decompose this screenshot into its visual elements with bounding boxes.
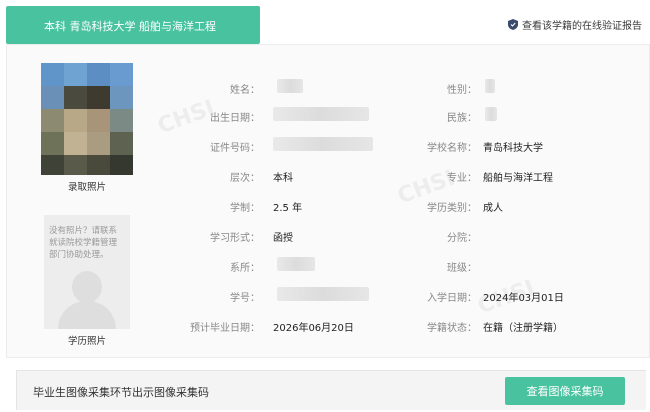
degree-photo-placeholder: 没有照片？请联系就读院校学籍管理部门协助处理。 [44, 215, 130, 329]
avatar-placeholder-body [58, 301, 116, 329]
study-form-label: 学习形式： [210, 233, 260, 244]
level-label: 层次： [230, 173, 260, 184]
degree-photo-notice: 没有照片？请联系就读院校学籍管理部门协助处理。 [49, 226, 118, 260]
image-code-footer: 毕业生图像采集环节出示图像采集码 查看图像采集码 [16, 370, 646, 410]
major-label: 专业： [447, 173, 477, 184]
id-number-value-redacted [273, 137, 373, 151]
birth-date-label: 出生日期： [210, 113, 260, 124]
birth-date-value-redacted [273, 107, 369, 121]
grad-date-label: 预计毕业日期： [190, 323, 260, 334]
name-label: 姓名： [230, 85, 260, 96]
name-value-redacted [277, 79, 303, 93]
id-number-label: 证件号码： [210, 143, 260, 154]
verify-link-text: 查看该学籍的在线验证报告 [522, 21, 642, 32]
admission-photo-caption: 录取照片 [67, 182, 106, 193]
header-tab-title: 本科 青岛科技大学 船舶与海洋工程 [44, 20, 216, 33]
ethnicity-label: 民族： [447, 113, 477, 124]
degree-photo-caption: 学历照片 [67, 336, 106, 347]
student-id-label: 学号： [230, 293, 260, 304]
class-label: 班级： [447, 263, 477, 274]
ethnicity-value-redacted [485, 107, 497, 121]
major-value: 船舶与海洋工程 [483, 173, 553, 184]
duration-value: 2.5 年 [273, 203, 303, 214]
school-label: 学校名称： [427, 143, 477, 154]
status-label: 学籍状态： [427, 323, 477, 334]
category-value: 成人 [483, 203, 503, 214]
grad-date-value: 2026年06月20日 [273, 323, 354, 334]
branch-label: 分院： [447, 233, 477, 244]
shield-icon [508, 19, 518, 30]
header-tab[interactable]: 本科 青岛科技大学 船舶与海洋工程 [6, 6, 260, 44]
footer-text: 毕业生图像采集环节出示图像采集码 [33, 386, 209, 399]
view-image-code-button[interactable]: 查看图像采集码 [505, 377, 625, 405]
student-info-card: CHSI CHSI CHSI 录取照片 没有照片？请联系就读院校学籍管理部门协助… [6, 44, 650, 358]
department-label: 系所： [230, 263, 260, 274]
level-value: 本科 [273, 173, 293, 184]
photo-column: 录取照片 没有照片？请联系就读院校学籍管理部门协助处理。 学历照片 [41, 63, 133, 347]
avatar-placeholder-head [72, 271, 102, 303]
study-form-value: 函授 [273, 233, 293, 244]
enroll-date-value: 2024年03月01日 [483, 293, 564, 304]
school-value: 青岛科技大学 [483, 143, 543, 154]
duration-label: 学制： [230, 203, 260, 214]
gender-label: 性别： [447, 85, 477, 96]
gender-value-redacted [485, 79, 495, 93]
student-id-value-redacted [277, 287, 369, 301]
verify-report-link[interactable]: 查看该学籍的在线验证报告 [508, 17, 642, 32]
enroll-date-label: 入学日期： [427, 293, 477, 304]
category-label: 学历类别： [427, 203, 477, 214]
admission-photo [41, 63, 133, 175]
department-value-redacted [277, 257, 315, 271]
status-value: 在籍（注册学籍） [483, 323, 563, 334]
